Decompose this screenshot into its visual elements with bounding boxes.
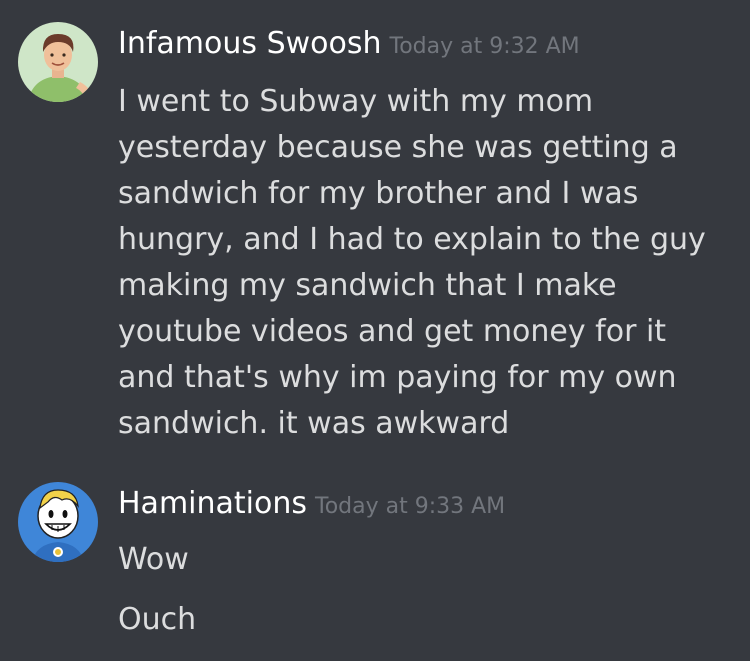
- username[interactable]: Infamous Swoosh: [118, 26, 382, 61]
- timestamp: Today at 9:32 AM: [389, 34, 580, 59]
- cartoon-avatar-icon[interactable]: [18, 482, 98, 562]
- message-header: Infamous Swoosh Today at 9:32 AM: [118, 26, 580, 61]
- message-text: Wow: [118, 542, 189, 577]
- message-header: Haminations Today at 9:33 AM: [118, 486, 505, 521]
- person-avatar-icon[interactable]: [18, 22, 98, 102]
- message-text: I went to Subway with my mom yesterday b…: [118, 84, 706, 441]
- timestamp: Today at 9:33 AM: [315, 494, 506, 519]
- username[interactable]: Haminations: [118, 486, 307, 521]
- message-text: Ouch: [118, 602, 197, 637]
